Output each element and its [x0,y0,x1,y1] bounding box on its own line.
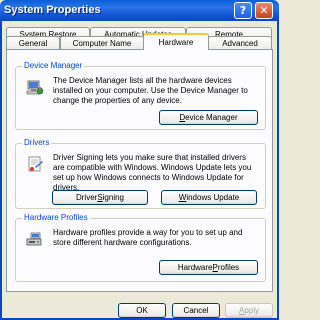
cancel-button[interactable]: Cancel [172,303,220,318]
ok-button[interactable]: OK [118,303,166,318]
close-icon: ✕ [259,4,269,17]
tab-hardware[interactable]: Hardware [143,33,209,50]
device-manager-description: The Device Manager lists all the hardwar… [53,76,248,105]
tab-computer-name[interactable]: Computer Name [60,36,144,50]
hardware-profiles-group-title: Hardware Profiles [22,213,90,222]
hardware-profiles-group: Hardware Profiles Hardware profiles prov… [15,213,266,282]
help-icon: ? [239,4,247,17]
tab-general[interactable]: General [6,36,60,50]
button-label-part: Driver [75,193,98,202]
device-manager-group: Device Manager The Device Manager lists … [15,61,266,130]
tab-label: Advanced [222,39,258,48]
hardware-profiles-button[interactable]: Hardware Profiles [159,260,258,275]
hardware-profiles-description: Hardware profiles provide a way for you … [53,228,243,247]
drivers-group: Drivers Driver Signing lets you make sur… [15,138,266,209]
hardware-profiles-icon [26,232,42,246]
apply-button[interactable]: Apply [225,303,273,318]
button-label-part: indows Update [186,193,240,202]
tab-label: General [18,39,48,48]
driver-signing-button[interactable]: Driver Signing [52,190,148,205]
button-label-part: rofiles [217,263,240,272]
tab-label: Hardware [158,38,194,47]
hardware-tab-panel: Device Manager The Device Manager lists … [6,49,273,292]
device-manager-group-title: Device Manager [22,61,85,70]
button-label: Cancel [183,306,209,315]
device-manager-button[interactable]: Device Manager [159,110,258,125]
close-button[interactable]: ✕ [255,2,273,19]
title-bar[interactable]: System Properties ? ✕ [0,0,279,21]
button-label-part: pply [244,306,260,315]
tab-label: Computer Name [72,39,132,48]
windows-update-button[interactable]: Windows Update [161,190,257,205]
device-manager-icon [26,80,44,95]
button-label-part: igning [102,193,125,202]
button-label-part: Hardware [177,263,213,272]
button-label: OK [136,306,148,315]
tab-advanced[interactable]: Advanced [208,36,272,50]
button-label-part: evice Manager [185,113,238,122]
accelerator-key: W [178,193,187,202]
window-title: System Properties [4,4,101,16]
drivers-description: Driver Signing lets you make sure that i… [53,153,252,192]
drivers-group-title: Drivers [22,138,52,147]
help-button[interactable]: ? [234,2,252,19]
driver-signing-icon [28,156,43,172]
